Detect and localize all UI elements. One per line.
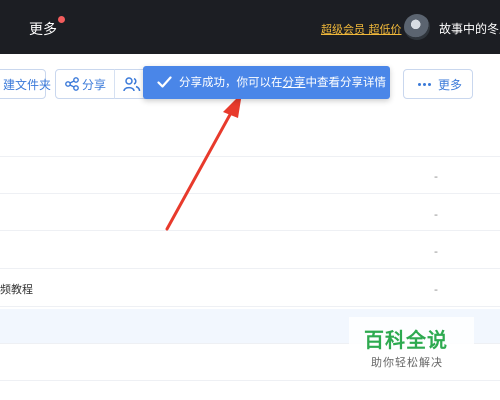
check-icon [157,76,172,88]
watermark-subtitle: 助你轻松解决 [371,356,443,369]
watermark-logo: 百科全说 助你轻松解决 [349,317,474,373]
toast-message: 分享成功，你可以在分享中查看分享详情 [179,66,386,99]
toast-text-prefix: 分享成功，你可以在 [179,75,283,89]
watermark-title: 百科全说 [364,328,448,352]
toast-text-suffix: 中查看分享详情 [305,75,387,89]
toast-share-link[interactable]: 分享 [283,75,306,89]
share-success-toast: 分享成功，你可以在分享中查看分享详情 [143,66,390,99]
